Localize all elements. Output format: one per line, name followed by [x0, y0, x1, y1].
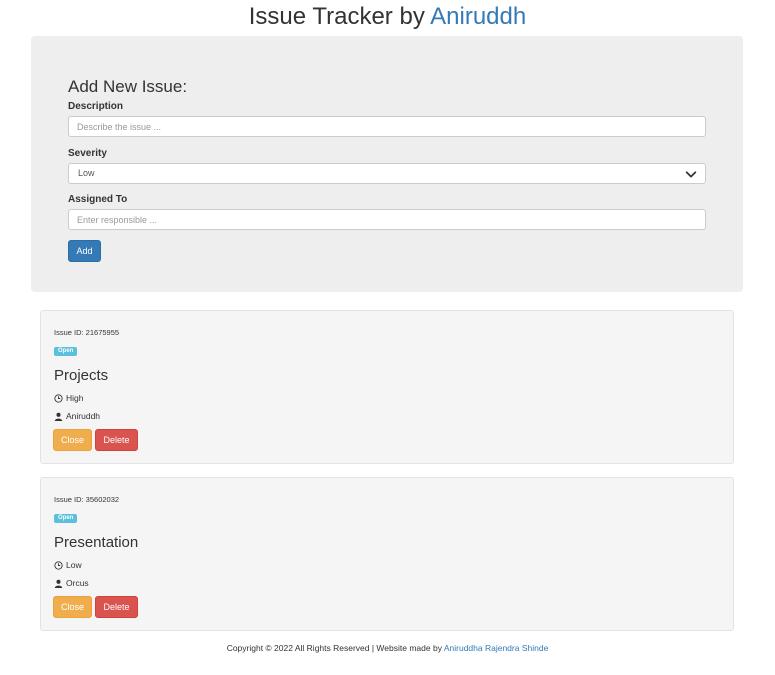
- footer-author-link[interactable]: Aniruddha Rajendra Shinde: [444, 643, 548, 653]
- description-input[interactable]: [68, 116, 706, 137]
- title-prefix: Issue Tracker by: [248, 3, 425, 30]
- clock-icon: [54, 393, 63, 403]
- add-button[interactable]: Add: [68, 240, 101, 262]
- issue-title: Projects: [54, 367, 109, 384]
- page-title: Issue Tracker by Aniruddh: [0, 2, 775, 32]
- close-button[interactable]: Close: [53, 429, 92, 451]
- footer-text: Copyright © 2022 All Rights Reserved | W…: [226, 643, 442, 653]
- issue-severity-text: Low: [66, 560, 82, 570]
- issue-severity: High: [54, 393, 83, 403]
- issue-assignee: Aniruddh: [54, 411, 100, 421]
- issue-assignee: Orcus: [54, 578, 89, 588]
- description-label: Description: [68, 101, 124, 112]
- issue-id: Issue ID: 35602032: [54, 495, 120, 504]
- close-button[interactable]: Close: [53, 596, 92, 618]
- issue-assignee-text: Aniruddh: [66, 411, 101, 421]
- chevron-down-icon: [685, 171, 697, 178]
- footer: Copyright © 2022 All Rights Reserved | W…: [0, 643, 775, 653]
- user-icon: [54, 579, 63, 588]
- status-badge: Open: [54, 347, 78, 356]
- issue-card: Issue ID: 21675955 Open Projects High An…: [40, 310, 734, 464]
- severity-select[interactable]: Low: [68, 163, 706, 184]
- severity-selected-value: Low: [78, 168, 95, 178]
- issue-title: Presentation: [54, 534, 139, 551]
- form-heading: Add New Issue:: [68, 77, 188, 96]
- severity-label: Severity: [68, 148, 107, 159]
- issue-severity-text: High: [66, 393, 84, 403]
- issue-severity: Low: [54, 560, 82, 570]
- issue-id: Issue ID: 21675955: [54, 328, 120, 337]
- clock-icon: [54, 560, 63, 570]
- issue-card: Issue ID: 35602032 Open Presentation Low…: [40, 477, 734, 631]
- add-issue-panel: Add New Issue: Description Severity Low …: [31, 36, 743, 292]
- issue-assignee-text: Orcus: [66, 578, 89, 588]
- delete-button[interactable]: Delete: [95, 596, 138, 618]
- user-icon: [54, 412, 63, 421]
- title-author-link[interactable]: Aniruddh: [430, 3, 526, 30]
- assigned-to-label: Assigned To: [68, 194, 128, 205]
- delete-button[interactable]: Delete: [95, 429, 138, 451]
- status-badge: Open: [54, 514, 78, 523]
- assigned-to-input[interactable]: [68, 209, 706, 230]
